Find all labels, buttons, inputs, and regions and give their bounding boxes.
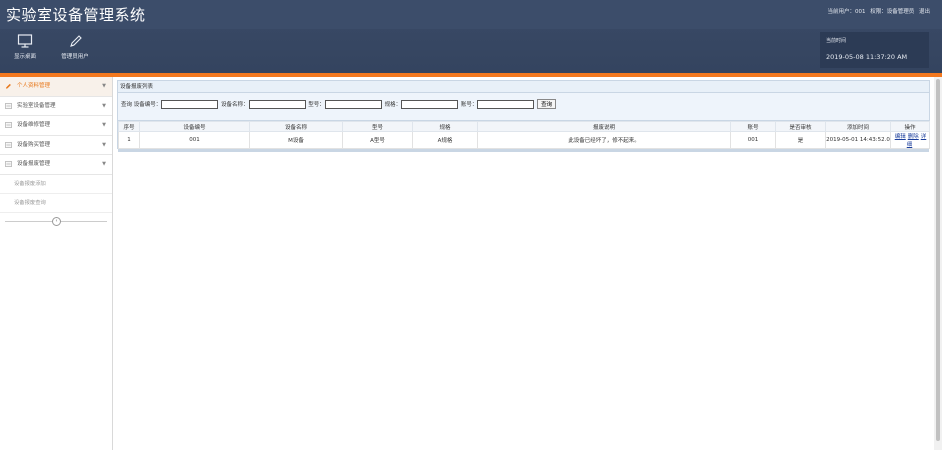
cell-actions: 编辑 删除 详细 [890,131,930,149]
cell-added-time: 2019-05-01 14:43:52.0 [825,131,891,149]
sidebar-subitem-scrap-add[interactable]: 设备报废添加 [0,175,112,194]
cell-index: 1 [118,131,140,149]
sidebar-item-label: 个人资料管理 [17,83,51,89]
column-header: 是否审核 [775,121,826,132]
chevron-left-icon[interactable]: ‹ [52,216,61,226]
show-desktop-button[interactable]: 显示桌面 [5,34,45,66]
column-header: 型号 [342,121,413,132]
spec-input[interactable] [401,99,459,109]
column-header: 设备编号 [139,121,250,132]
account-input[interactable] [477,99,535,109]
list-icon [5,141,12,148]
model-label: 型号： [308,102,325,108]
cell-spec: A规格 [412,131,478,149]
delete-link[interactable]: 删除 [908,134,919,140]
list-icon [5,122,12,128]
cell-reviewed: 是 [775,131,826,149]
pencil-icon [70,35,82,47]
scrap-table: 序号 设备编号 设备名称 型号 规格 报废说明 账号 是否审核 添加时间 操作 … [118,121,930,149]
chevron-down-icon: ▼ [102,141,106,148]
cell-scrap-note: 此设备已经坏了，修不起来。 [477,131,731,149]
equipment-id-input[interactable] [161,99,219,109]
list-icon [5,161,12,167]
sidebar-subitem-scrap-query[interactable]: 设备报废查询 [0,194,112,213]
admin-user-label: 管理员用户 [61,54,89,60]
scrollbar[interactable] [934,77,942,450]
column-header: 报废说明 [477,121,731,132]
account-label: 账号： [460,102,478,108]
sidebar-item-label: 设备报废管理 [17,161,51,167]
chevron-down-icon: ▼ [102,83,106,89]
sidebar-item-lab-equipment[interactable]: 实验室设备管理 ▼ [0,97,112,116]
user-info: 当前用户：001 权限：设备管理员 退出 [827,7,930,15]
cell-equipment-id: 001 [139,131,250,149]
sidebar-item-scrap[interactable]: 设备报废管理 ▼ [0,155,112,175]
pencil-icon [5,83,11,89]
spec-label: 规格： [384,102,402,108]
query-label: 查询 [121,102,133,108]
sidebar-item-label: 实验室设备管理 [17,102,56,109]
sidebar: 个人资料管理 ▼ 实验室设备管理 ▼ 设备维修管理 ▼ 设备购买管理 ▼ 设备报… [0,77,113,450]
list-icon [5,102,12,109]
current-time-value: 2019-05-08 11:37:20 AM [826,53,908,61]
equipment-name-label: 设备名称： [221,102,249,108]
logout-link[interactable]: 退出 [919,9,930,15]
app-title: 实验室设备管理系统 [6,6,146,24]
current-user-label: 当前用户：001 [827,9,866,15]
column-header: 操作 [890,121,930,132]
search-bar: 查询 设备编号： 设备名称： 型号： 规格： 账号： 查询 [118,93,929,118]
table-row: 1 001 M设备 A型号 A规格 此设备已经坏了，修不起来。 001 是 20… [118,131,930,149]
panel-footer [118,149,929,152]
top-bar: 实验室设备管理系统 当前用户：001 权限：设备管理员 退出 [0,0,942,29]
scrap-list-panel: 设备报废列表 查询 设备编号： 设备名称： 型号： 规格： 账号： 查询 序号 … [117,80,930,152]
show-desktop-label: 显示桌面 [13,54,36,60]
edit-link[interactable]: 编辑 [895,134,906,140]
cell-account: 001 [730,131,776,149]
monitor-icon [17,34,33,48]
role-label: 权限：设备管理员 [870,9,915,15]
sidebar-collapse-bar: ‹ [0,213,112,229]
admin-user-button[interactable]: 管理员用户 [55,34,95,66]
table-header-row: 序号 设备编号 设备名称 型号 规格 报废说明 账号 是否审核 添加时间 操作 [118,121,930,132]
column-header: 添加时间 [825,121,891,132]
model-input[interactable] [324,99,382,109]
scrollbar-thumb[interactable] [936,79,940,441]
cell-equipment-name: M设备 [249,131,343,149]
equipment-name-input[interactable] [248,99,306,109]
sidebar-item-repair[interactable]: 设备维修管理 ▼ [0,116,112,136]
column-header: 规格 [412,121,478,132]
panel-title: 设备报废列表 [118,81,929,93]
current-time-label: 当前时间 [826,38,847,44]
cell-model: A型号 [342,131,413,149]
sidebar-item-label: 设备购买管理 [17,141,51,148]
current-time-panel: 当前时间 2019-05-08 11:37:20 AM [820,32,929,68]
chevron-down-icon: ▼ [102,161,106,167]
accent-stripe [0,73,942,77]
chevron-down-icon: ▼ [102,102,106,109]
sidebar-item-label: 设备维修管理 [17,122,51,128]
search-button[interactable]: 查询 [537,99,557,109]
chevron-down-icon: ▼ [102,122,106,128]
column-header: 账号 [730,121,776,132]
sidebar-item-purchase[interactable]: 设备购买管理 ▼ [0,136,112,155]
app-header: 实验室设备管理系统 当前用户：001 权限：设备管理员 退出 显示桌面 管理员用… [0,0,942,73]
equipment-id-label: 设备编号： [133,102,162,108]
column-header: 序号 [118,121,140,132]
column-header: 设备名称 [249,121,343,132]
sidebar-item-profile[interactable]: 个人资料管理 ▼ [0,77,112,97]
